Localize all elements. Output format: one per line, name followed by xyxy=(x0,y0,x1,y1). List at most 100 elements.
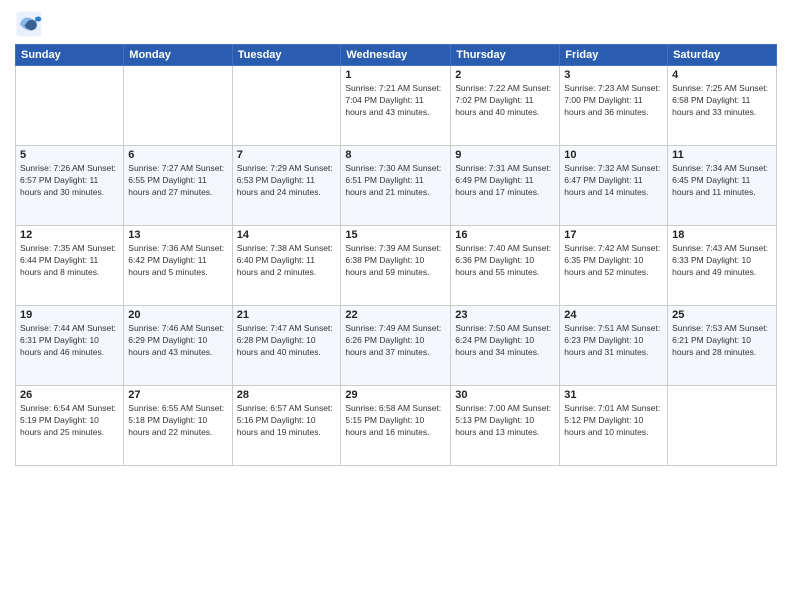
day-header-tuesday: Tuesday xyxy=(232,45,341,66)
day-info: Sunrise: 7:21 AM Sunset: 7:04 PM Dayligh… xyxy=(345,83,446,119)
calendar-cell: 26 Sunrise: 6:54 AM Sunset: 5:19 PM Dayli… xyxy=(16,386,124,466)
day-number: 27 xyxy=(128,389,227,401)
day-info: Sunrise: 6:57 AM Sunset: 5:16 PM Dayligh… xyxy=(237,403,337,439)
day-info: Sunrise: 7:26 AM Sunset: 6:57 PM Dayligh… xyxy=(20,163,119,199)
day-number: 24 xyxy=(564,309,663,321)
calendar-cell: 14 Sunrise: 7:38 AM Sunset: 6:40 PM Dayli… xyxy=(232,226,341,306)
calendar-cell: 1 Sunrise: 7:21 AM Sunset: 7:04 PM Daylig… xyxy=(341,66,451,146)
day-number: 23 xyxy=(455,309,555,321)
calendar-cell: 30 Sunrise: 7:00 AM Sunset: 5:13 PM Dayli… xyxy=(451,386,560,466)
day-info: Sunrise: 7:22 AM Sunset: 7:02 PM Dayligh… xyxy=(455,83,555,119)
week-row-3: 19Sunrise: 7:44 AM Sunset: 6:31 PM Dayli… xyxy=(16,306,777,386)
calendar-cell: 9Sunrise: 7:31 AM Sunset: 6:49 PM Daylig… xyxy=(451,146,560,226)
day-info: Sunrise: 7:30 AM Sunset: 6:51 PM Dayligh… xyxy=(345,163,446,199)
calendar-cell: 24 Sunrise: 7:51 AM Sunset: 6:23 PM Dayli… xyxy=(560,306,668,386)
logo-icon xyxy=(15,10,43,38)
day-info: Sunrise: 7:50 AM Sunset: 6:24 PM Dayligh… xyxy=(455,323,555,359)
calendar-cell: 18 Sunrise: 7:43 AM Sunset: 6:33 PM Dayli… xyxy=(668,226,777,306)
day-number: 11 xyxy=(672,149,772,161)
day-info: Sunrise: 7:29 AM Sunset: 6:53 PM Dayligh… xyxy=(237,163,337,199)
day-number: 2 xyxy=(455,69,555,81)
week-row-2: 12 Sunrise: 7:35 AM Sunset: 6:44 PM Dayli… xyxy=(16,226,777,306)
day-info: Sunrise: 7:01 AM Sunset: 5:12 PM Dayligh… xyxy=(564,403,663,439)
day-info: Sunrise: 6:55 AM Sunset: 5:18 PM Dayligh… xyxy=(128,403,227,439)
day-number: 8 xyxy=(345,149,446,161)
calendar-cell: 25 Sunrise: 7:53 AM Sunset: 6:21 PM Dayli… xyxy=(668,306,777,386)
day-number: 14 xyxy=(237,229,337,241)
week-row-1: 5Sunrise: 7:26 AM Sunset: 6:57 PM Daylig… xyxy=(16,146,777,226)
day-number: 15 xyxy=(345,229,446,241)
day-number: 1 xyxy=(345,69,446,81)
calendar-cell: 13 Sunrise: 7:36 AM Sunset: 6:42 PM Dayli… xyxy=(124,226,232,306)
day-number: 10 xyxy=(564,149,663,161)
header xyxy=(15,10,777,38)
calendar-cell: 5Sunrise: 7:26 AM Sunset: 6:57 PM Daylig… xyxy=(16,146,124,226)
day-info: Sunrise: 7:36 AM Sunset: 6:42 PM Dayligh… xyxy=(128,243,227,279)
day-info: Sunrise: 7:46 AM Sunset: 6:29 PM Dayligh… xyxy=(128,323,227,359)
day-info: Sunrise: 7:39 AM Sunset: 6:38 PM Dayligh… xyxy=(345,243,446,279)
day-header-wednesday: Wednesday xyxy=(341,45,451,66)
day-number: 25 xyxy=(672,309,772,321)
calendar-cell: 10Sunrise: 7:32 AM Sunset: 6:47 PM Dayli… xyxy=(560,146,668,226)
calendar-cell: 4Sunrise: 7:25 AM Sunset: 6:58 PM Daylig… xyxy=(668,66,777,146)
calendar-cell: 20 Sunrise: 7:46 AM Sunset: 6:29 PM Dayli… xyxy=(124,306,232,386)
day-number: 9 xyxy=(455,149,555,161)
calendar-cell: 28 Sunrise: 6:57 AM Sunset: 5:16 PM Dayli… xyxy=(232,386,341,466)
day-info: Sunrise: 7:51 AM Sunset: 6:23 PM Dayligh… xyxy=(564,323,663,359)
day-info: Sunrise: 7:40 AM Sunset: 6:36 PM Dayligh… xyxy=(455,243,555,279)
logo xyxy=(15,10,47,38)
calendar-cell: 3Sunrise: 7:23 AM Sunset: 7:00 PM Daylig… xyxy=(560,66,668,146)
day-info: Sunrise: 7:53 AM Sunset: 6:21 PM Dayligh… xyxy=(672,323,772,359)
calendar-cell: 21 Sunrise: 7:47 AM Sunset: 6:28 PM Dayli… xyxy=(232,306,341,386)
calendar-cell: 17Sunrise: 7:42 AM Sunset: 6:35 PM Dayli… xyxy=(560,226,668,306)
day-number: 22 xyxy=(345,309,446,321)
day-header-sunday: Sunday xyxy=(16,45,124,66)
calendar-cell: 22 Sunrise: 7:49 AM Sunset: 6:26 PM Dayli… xyxy=(341,306,451,386)
day-info: Sunrise: 7:38 AM Sunset: 6:40 PM Dayligh… xyxy=(237,243,337,279)
day-number: 7 xyxy=(237,149,337,161)
calendar-cell xyxy=(232,66,341,146)
day-info: Sunrise: 7:49 AM Sunset: 6:26 PM Dayligh… xyxy=(345,323,446,359)
calendar-cell xyxy=(16,66,124,146)
day-number: 16 xyxy=(455,229,555,241)
calendar-cell: 29Sunrise: 6:58 AM Sunset: 5:15 PM Dayli… xyxy=(341,386,451,466)
calendar-cell: 12 Sunrise: 7:35 AM Sunset: 6:44 PM Dayli… xyxy=(16,226,124,306)
week-row-4: 26 Sunrise: 6:54 AM Sunset: 5:19 PM Dayli… xyxy=(16,386,777,466)
calendar-cell: 6 Sunrise: 7:27 AM Sunset: 6:55 PM Daylig… xyxy=(124,146,232,226)
day-header-thursday: Thursday xyxy=(451,45,560,66)
day-number: 26 xyxy=(20,389,119,401)
day-info: Sunrise: 6:54 AM Sunset: 5:19 PM Dayligh… xyxy=(20,403,119,439)
day-number: 31 xyxy=(564,389,663,401)
day-number: 13 xyxy=(128,229,227,241)
calendar-cell xyxy=(124,66,232,146)
day-number: 28 xyxy=(237,389,337,401)
day-info: Sunrise: 7:34 AM Sunset: 6:45 PM Dayligh… xyxy=(672,163,772,199)
week-row-0: 1 Sunrise: 7:21 AM Sunset: 7:04 PM Daylig… xyxy=(16,66,777,146)
day-number: 12 xyxy=(20,229,119,241)
day-number: 18 xyxy=(672,229,772,241)
day-number: 21 xyxy=(237,309,337,321)
day-info: Sunrise: 7:00 AM Sunset: 5:13 PM Dayligh… xyxy=(455,403,555,439)
calendar-cell: 27 Sunrise: 6:55 AM Sunset: 5:18 PM Dayli… xyxy=(124,386,232,466)
calendar-cell: 23 Sunrise: 7:50 AM Sunset: 6:24 PM Dayli… xyxy=(451,306,560,386)
calendar-cell: 2 Sunrise: 7:22 AM Sunset: 7:02 PM Daylig… xyxy=(451,66,560,146)
calendar-cell: 15 Sunrise: 7:39 AM Sunset: 6:38 PM Dayli… xyxy=(341,226,451,306)
day-info: Sunrise: 6:58 AM Sunset: 5:15 PM Dayligh… xyxy=(345,403,446,439)
day-header-monday: Monday xyxy=(124,45,232,66)
day-info: Sunrise: 7:25 AM Sunset: 6:58 PM Dayligh… xyxy=(672,83,772,119)
day-info: Sunrise: 7:43 AM Sunset: 6:33 PM Dayligh… xyxy=(672,243,772,279)
day-info: Sunrise: 7:35 AM Sunset: 6:44 PM Dayligh… xyxy=(20,243,119,279)
day-info: Sunrise: 7:47 AM Sunset: 6:28 PM Dayligh… xyxy=(237,323,337,359)
day-info: Sunrise: 7:27 AM Sunset: 6:55 PM Dayligh… xyxy=(128,163,227,199)
day-number: 20 xyxy=(128,309,227,321)
calendar-cell: 19Sunrise: 7:44 AM Sunset: 6:31 PM Dayli… xyxy=(16,306,124,386)
day-header-friday: Friday xyxy=(560,45,668,66)
day-number: 3 xyxy=(564,69,663,81)
calendar: SundayMondayTuesdayWednesdayThursdayFrid… xyxy=(15,44,777,466)
calendar-cell: 11 Sunrise: 7:34 AM Sunset: 6:45 PM Dayli… xyxy=(668,146,777,226)
calendar-header-row: SundayMondayTuesdayWednesdayThursdayFrid… xyxy=(16,45,777,66)
day-number: 30 xyxy=(455,389,555,401)
day-info: Sunrise: 7:44 AM Sunset: 6:31 PM Dayligh… xyxy=(20,323,119,359)
day-number: 6 xyxy=(128,149,227,161)
day-info: Sunrise: 7:42 AM Sunset: 6:35 PM Dayligh… xyxy=(564,243,663,279)
